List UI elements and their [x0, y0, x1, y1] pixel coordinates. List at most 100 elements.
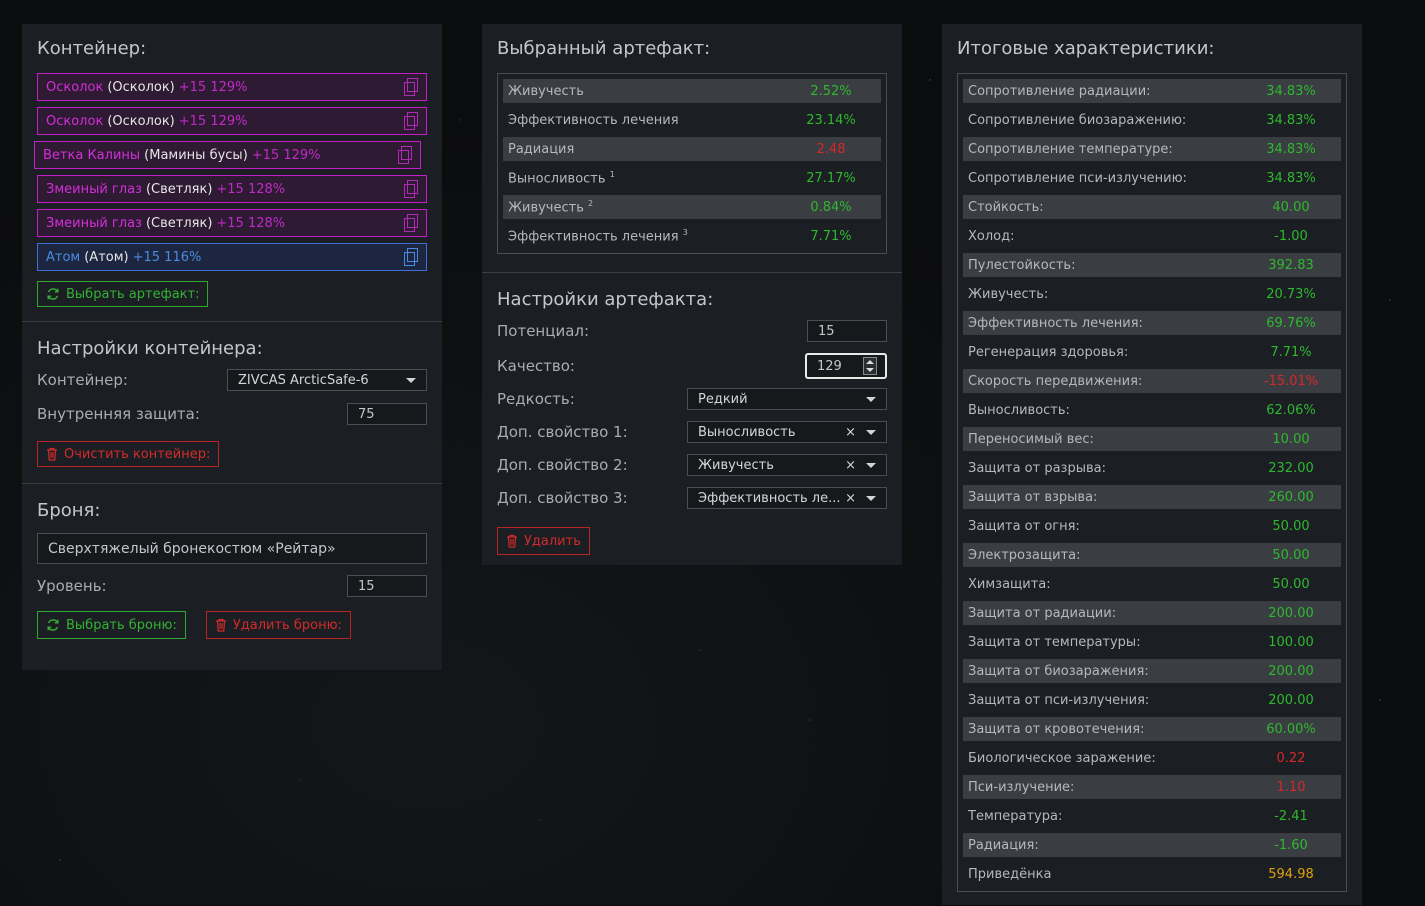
stat-value: 27.17% — [806, 170, 856, 186]
stat-label: Регенерация здоровья: — [968, 345, 1246, 360]
artifact-name: Змеиный глаз — [46, 215, 142, 231]
stat-value: 69.76% — [1266, 315, 1316, 331]
stat-value: 34.83% — [1266, 83, 1316, 99]
stat-label-text: Защита от пси-излучения: — [968, 692, 1150, 708]
stat-label: Сопротивление радиации: — [968, 84, 1246, 99]
stat-label: Защита от биозаражения: — [968, 664, 1246, 679]
totals-panel: Итоговые характеристики: Сопротивление р… — [942, 24, 1362, 905]
container-label: Контейнер: — [37, 371, 128, 389]
stat-row: Выносливость: 62.06% — [963, 398, 1341, 422]
stat-label-text: Защита от разрыва: — [968, 460, 1106, 476]
stat-value: 2.52% — [810, 83, 852, 99]
stat-value: 100.00 — [1268, 634, 1314, 650]
stat-row: Пулестойкость: 392.83 — [963, 253, 1341, 277]
extra1-label: Доп. свойство 1: — [497, 423, 628, 441]
artifact-level: +15 129% — [251, 147, 321, 163]
stat-row: Защита от биозаражения: 200.00 — [963, 659, 1341, 683]
extra3-select[interactable]: Эффективность ле... × — [687, 487, 887, 509]
stat-value: 7.71% — [1270, 344, 1312, 360]
artifact-slot[interactable]: Атом (Атом) +15 116% — [37, 243, 427, 271]
stat-value: 594.98 — [1268, 866, 1314, 882]
extra2-select[interactable]: Живучесть × — [687, 454, 887, 476]
artifact-slot[interactable]: Ветка Калины (Мамины бусы) +15 129% — [34, 141, 421, 169]
artifact-base: (Светляк) — [145, 181, 213, 197]
stat-label: Электрозащита: — [968, 548, 1246, 563]
stat-label: Защита от пси-излучения: — [968, 693, 1246, 708]
level-input[interactable]: 15 — [347, 575, 427, 597]
copy-icon[interactable] — [404, 78, 418, 96]
stat-row: Живучесть: 20.73% — [963, 282, 1341, 306]
artifact-base: (Светляк) — [145, 215, 213, 231]
delete-artifact-button[interactable]: Удалить — [497, 527, 590, 555]
stat-row: Стойкость: 40.00 — [963, 195, 1341, 219]
stat-row: Регенерация здоровья: 7.71% — [963, 340, 1341, 364]
chevron-down-icon — [406, 377, 416, 383]
copy-icon[interactable] — [398, 146, 412, 164]
copy-icon[interactable] — [404, 248, 418, 266]
stat-row: Выносливость 1 27.17% — [503, 166, 881, 190]
stat-row: Защита от пси-излучения: 200.00 — [963, 688, 1341, 712]
select-artifact-label: Выбрать артефакт: — [66, 286, 200, 302]
artifact-slot[interactable]: Осколок (Осколок) +15 129% — [37, 107, 427, 135]
copy-icon[interactable] — [404, 180, 418, 198]
artifact-slot[interactable]: Осколок (Осколок) +15 129% — [37, 73, 427, 101]
stat-label-text: Холод: — [968, 228, 1015, 244]
stat-label: Скорость передвижения: — [968, 374, 1246, 389]
stat-value: 10.00 — [1272, 431, 1310, 447]
delete-armor-label: Удалить броню: — [232, 617, 342, 633]
stat-row: Защита от разрыва: 232.00 — [963, 456, 1341, 480]
stat-label: Живучесть: — [968, 287, 1246, 302]
container-select[interactable]: ZIVCAS ArcticSafe-6 — [227, 369, 427, 391]
stat-value: 62.06% — [1266, 402, 1316, 418]
select-armor-button[interactable]: Выбрать броню: — [37, 611, 186, 639]
stat-row: Сопротивление температуре: 34.83% — [963, 137, 1341, 161]
rarity-select[interactable]: Редкий — [687, 388, 887, 410]
copy-icon[interactable] — [404, 112, 418, 130]
clear-icon[interactable]: × — [845, 491, 856, 506]
stat-row: Химзащита: 50.00 — [963, 572, 1341, 596]
stat-label-text: Электрозащита: — [968, 547, 1081, 563]
stat-value: 1.10 — [1276, 779, 1306, 795]
artifact-name: Атом — [46, 249, 81, 265]
stat-label-text: Защита от кровотечения: — [968, 721, 1145, 737]
clear-icon[interactable]: × — [845, 458, 856, 473]
artifact-panel: Выбранный артефакт: Живучесть 2.52% Эффект… — [482, 24, 902, 565]
select-artifact-button[interactable]: Выбрать артефакт: — [37, 281, 209, 307]
stat-label-text: Защита от радиации: — [968, 605, 1117, 621]
stat-value: 50.00 — [1272, 576, 1310, 592]
artifact-name: Ветка Калины — [43, 147, 141, 163]
stat-row: Защита от взрыва: 260.00 — [963, 485, 1341, 509]
delete-armor-button[interactable]: Удалить броню: — [205, 611, 351, 639]
artifact-base: (Осколок) — [107, 79, 175, 95]
artifact-slot[interactable]: Змеиный глаз (Светляк) +15 128% — [37, 209, 427, 237]
extra1-select[interactable]: Выносливость × — [687, 421, 887, 443]
stat-label-text: Выносливость: — [968, 402, 1070, 418]
stat-value: 0.84% — [810, 199, 852, 215]
stat-index: 1 — [609, 169, 615, 179]
stat-row: Радиация 2.48 — [503, 137, 881, 161]
stat-value: 200.00 — [1268, 663, 1314, 679]
stat-value: 232.00 — [1268, 460, 1314, 476]
clear-icon[interactable]: × — [845, 425, 856, 440]
potential-input[interactable]: 15 — [807, 320, 887, 342]
artifact-level: +15 128% — [216, 215, 286, 231]
artifact-slot[interactable]: Змеиный глаз (Светляк) +15 128% — [37, 175, 427, 203]
totals-stats-table: Сопротивление радиации: 34.83% Сопротивлен… — [957, 73, 1347, 892]
inner-protection-input[interactable]: 75 — [347, 403, 427, 425]
spinner-icon[interactable] — [863, 357, 877, 375]
stat-label: Выносливость 1 — [508, 170, 786, 186]
inner-protection-value: 75 — [358, 406, 375, 422]
stat-row: Пси-излучение: 1.10 — [963, 775, 1341, 799]
stat-label-text: Приведёнка — [968, 866, 1052, 882]
inner-protection-label: Внутренняя защита: — [37, 405, 200, 423]
artifact-name: Змеиный глаз — [46, 181, 142, 197]
chevron-down-icon — [866, 396, 876, 402]
quality-input[interactable]: 129 — [805, 353, 887, 379]
copy-icon[interactable] — [404, 214, 418, 232]
stat-label-text: Эффективность лечения — [508, 229, 679, 245]
artifact-name: Осколок — [46, 79, 104, 95]
armor-input[interactable]: Сверхтяжелый бронекостюм «Рейтар» — [37, 533, 427, 564]
stat-label-text: Сопротивление биозаражению: — [968, 112, 1187, 128]
stat-label-text: Радиация — [508, 141, 575, 157]
clear-container-button[interactable]: Очистить контейнер: — [37, 441, 220, 467]
